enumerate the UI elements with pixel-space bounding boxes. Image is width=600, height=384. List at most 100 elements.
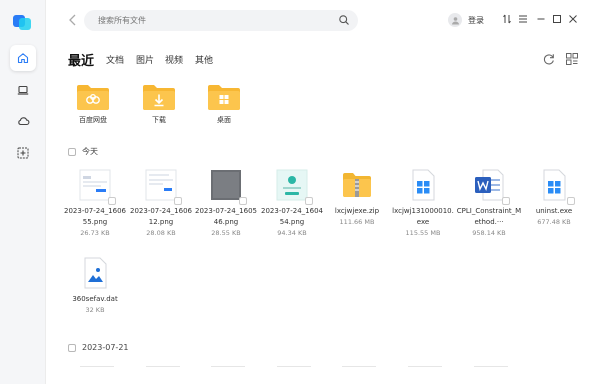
- file-name: 2023-07-24_160655.png: [64, 207, 126, 226]
- folder-desktop[interactable]: 桌面: [200, 82, 248, 125]
- file-item-partial: [408, 366, 442, 370]
- minimize-icon: [537, 18, 545, 20]
- sidebar-home-button[interactable]: [10, 45, 36, 71]
- file-select-checkbox[interactable]: [108, 197, 116, 205]
- refresh-icon[interactable]: [542, 52, 556, 66]
- tab-videos[interactable]: 视频: [165, 53, 183, 66]
- file-size: 28.08 KB: [146, 229, 176, 237]
- sidebar: [0, 0, 46, 384]
- sidebar-computer-button[interactable]: [10, 77, 36, 103]
- file-item-partial: [474, 366, 508, 370]
- close-icon: [569, 15, 577, 23]
- folder-label: 百度网盘: [79, 116, 107, 124]
- folder-label: 下载: [152, 116, 166, 124]
- file-select-checkbox[interactable]: [502, 197, 510, 205]
- image-file-icon: [78, 256, 112, 290]
- folder-baidu-netdisk[interactable]: 百度网盘: [69, 82, 117, 125]
- windows-exe-icon: [537, 168, 575, 205]
- hamburger-menu-icon: [519, 15, 527, 23]
- file-name: uninst.exe: [535, 207, 573, 215]
- section-label: 2023-07-21: [82, 343, 129, 352]
- section-select-checkbox[interactable]: [68, 147, 76, 156]
- file-select-checkbox[interactable]: [239, 197, 247, 205]
- file-item[interactable]: uninst.exe 677.48 KB: [521, 168, 587, 226]
- file-item-partial: [277, 366, 311, 370]
- file-item-partial: [211, 366, 245, 370]
- file-size: 115.55 MB: [405, 229, 441, 237]
- file-name: 2023-07-24_160454.png: [261, 207, 323, 226]
- sort-icon: [503, 14, 511, 24]
- close-button[interactable]: [567, 13, 579, 25]
- home-icon: [17, 53, 29, 64]
- file-item[interactable]: 360sefav.dat 32 KB: [62, 256, 128, 314]
- tab-images[interactable]: 图片: [136, 53, 154, 66]
- folder-label: 桌面: [217, 116, 231, 124]
- login-label[interactable]: 登录: [468, 15, 484, 26]
- cloud-icon: [17, 117, 29, 126]
- laptop-icon: [17, 85, 29, 95]
- file-size: 94.34 KB: [277, 229, 307, 237]
- tab-other[interactable]: 其他: [195, 53, 213, 66]
- file-select-checkbox[interactable]: [305, 197, 313, 205]
- folder-downloads[interactable]: 下载: [135, 82, 183, 125]
- baidu-netdisk-folder-icon: [77, 85, 109, 110]
- file-name: 2023-07-24_160546.png: [195, 207, 257, 226]
- minimize-button[interactable]: [535, 13, 547, 25]
- file-select-checkbox[interactable]: [174, 197, 182, 205]
- screenshot-thumbnail: [78, 168, 116, 205]
- maximize-button[interactable]: [551, 13, 563, 25]
- menu-button[interactable]: [517, 13, 529, 25]
- page-title: 最近: [68, 54, 95, 69]
- file-item[interactable]: CPLI_Constraint_Method.··· 958.14 KB: [456, 168, 522, 237]
- section-select-checkbox[interactable]: [68, 343, 76, 352]
- file-item[interactable]: lxcjwj131000010.exe 115.55 MB: [390, 168, 456, 237]
- windows-exe-icon: [406, 168, 440, 202]
- top-bar: 登录: [46, 0, 600, 40]
- file-name: 360sefav.dat: [72, 295, 118, 303]
- file-size: 26.73 KB: [80, 229, 110, 237]
- file-item[interactable]: 2023-07-24_160546.png 28.55 KB: [193, 168, 259, 237]
- desktop-folder-icon: [208, 85, 240, 110]
- user-icon: [451, 16, 459, 24]
- section-label: 今天: [82, 147, 98, 156]
- back-arrow-icon[interactable]: [66, 12, 80, 28]
- app-screenshot-thumbnail: [275, 168, 313, 205]
- add-box-icon: [17, 147, 29, 159]
- file-name: lxcjwjexe.zip: [334, 207, 380, 215]
- screenshot-thumbnail: [144, 168, 182, 205]
- search-box[interactable]: [84, 10, 358, 31]
- search-icon[interactable]: [338, 14, 350, 26]
- file-size: 111.66 MB: [339, 218, 375, 226]
- dark-screenshot-thumbnail: [209, 168, 247, 205]
- sidebar-add-button[interactable]: [10, 140, 36, 166]
- file-name: lxcjwj131000010.exe: [392, 207, 454, 226]
- file-item-partial: [80, 366, 114, 370]
- file-select-checkbox[interactable]: [567, 197, 575, 205]
- download-folder-icon: [143, 85, 175, 110]
- avatar[interactable]: [448, 13, 462, 27]
- word-document-icon: [472, 168, 510, 205]
- file-size: 32 KB: [85, 306, 105, 314]
- file-item-partial: [146, 366, 180, 370]
- file-size: 958.14 KB: [472, 229, 506, 237]
- file-item[interactable]: 2023-07-24_160454.png 94.34 KB: [259, 168, 325, 237]
- maximize-icon: [553, 15, 561, 23]
- file-name: CPLI_Constraint_Method.···: [456, 207, 522, 226]
- sort-button[interactable]: [501, 13, 513, 25]
- file-item[interactable]: 2023-07-24_160655.png 26.73 KB: [62, 168, 128, 237]
- app-logo-icon: [13, 15, 31, 30]
- file-item-partial: [342, 366, 376, 370]
- file-name: 2023-07-24_160612.png: [130, 207, 192, 226]
- zip-archive-icon: [340, 168, 374, 202]
- search-input[interactable]: [98, 12, 298, 29]
- login-area[interactable]: 登录: [448, 12, 484, 28]
- tab-documents[interactable]: 文档: [106, 53, 124, 66]
- section-header-2023-07-21: 2023-07-21: [68, 343, 129, 352]
- section-header-today: 今天: [68, 146, 98, 157]
- grid-view-icon[interactable]: [565, 52, 579, 66]
- file-item[interactable]: lxcjwjexe.zip 111.66 MB: [324, 168, 390, 226]
- sidebar-cloud-button[interactable]: [10, 108, 36, 134]
- file-size: 677.48 KB: [537, 218, 571, 226]
- file-item[interactable]: 2023-07-24_160612.png 28.08 KB: [128, 168, 194, 237]
- file-size: 28.55 KB: [211, 229, 241, 237]
